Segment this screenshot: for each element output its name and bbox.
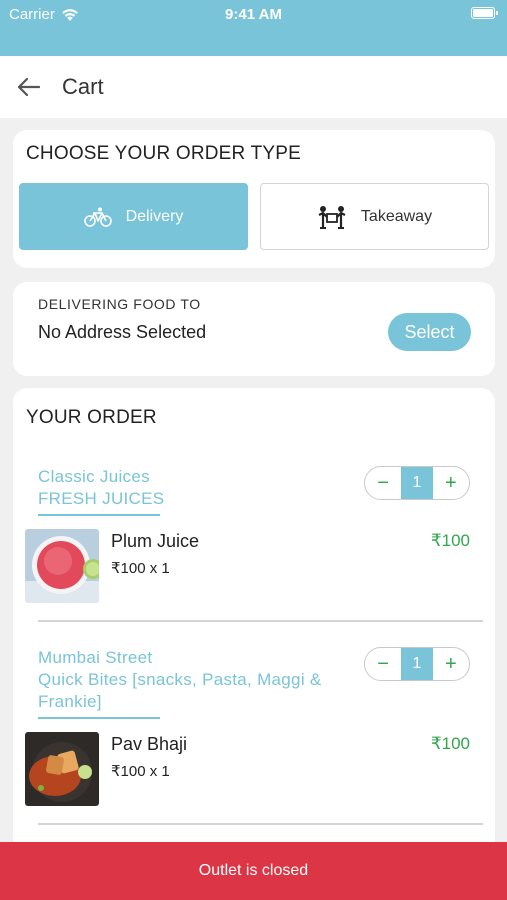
outlet-closed-banner[interactable]: Outlet is closed (0, 842, 507, 900)
takeaway-icon (318, 205, 346, 229)
status-bar: Carrier 9:41 AM (0, 0, 507, 56)
outlet-name-line: Mumbai Street (38, 648, 153, 667)
quantity-value: 1 (401, 467, 433, 499)
decrease-quantity-button[interactable]: − (365, 467, 401, 499)
item-name: Pav Bhaji (111, 734, 188, 754)
bicycle-icon (83, 207, 112, 227)
order-type-card: CHOOSE YOUR ORDER TYPE Delivery Takeaway (13, 130, 495, 268)
increase-quantity-button[interactable]: + (433, 467, 469, 499)
your-order-card: YOUR ORDER Classic Juices FRESH JUICES −… (13, 388, 495, 900)
back-button[interactable] (0, 56, 58, 118)
delivery-address-card: DELIVERING FOOD TO No Address Selected S… (13, 282, 495, 376)
item-divider (38, 823, 483, 825)
outlet-underline (38, 514, 160, 516)
your-order-title: YOUR ORDER (26, 407, 157, 428)
outlet-underline (38, 717, 160, 719)
decrease-quantity-button[interactable]: − (365, 648, 401, 680)
item-price-quantity: ₹100 x 1 (111, 763, 170, 780)
delivery-address-label: DELIVERING FOOD TO (38, 296, 201, 312)
arrow-left-icon (17, 77, 41, 97)
outlet-name-line: Classic Juices (38, 467, 150, 486)
takeaway-option-button[interactable]: Takeaway (260, 183, 489, 250)
item-total-price: ₹100 (430, 734, 470, 753)
increase-quantity-button[interactable]: + (433, 648, 469, 680)
outlet-name[interactable]: Classic Juices FRESH JUICES (38, 466, 164, 510)
select-address-button[interactable]: Select (388, 313, 471, 351)
item-price-quantity: ₹100 x 1 (111, 560, 170, 577)
outlet-name-line: Quick Bites [snacks, Pasta, Maggi & (38, 670, 322, 689)
quantity-stepper: − 1 + (364, 466, 470, 500)
quantity-stepper: − 1 + (364, 647, 470, 681)
item-total-price: ₹100 (430, 531, 470, 550)
item-name: Plum Juice (111, 531, 200, 551)
takeaway-option-label: Takeaway (360, 207, 433, 225)
battery-icon (471, 7, 498, 19)
delivery-address-value: No Address Selected (38, 322, 207, 342)
delivery-option-label: Delivery (125, 207, 184, 225)
status-time: 9:41 AM (225, 6, 282, 23)
page-title: Cart (62, 74, 104, 99)
plum-juice-image (25, 529, 99, 603)
quantity-value: 1 (401, 648, 433, 680)
app-header: Cart (0, 56, 507, 118)
outlet-name-line: FRESH JUICES (38, 489, 165, 508)
outlet-name[interactable]: Mumbai Street Quick Bites [snacks, Pasta… (38, 647, 322, 713)
item-divider (38, 620, 483, 622)
order-type-title: CHOOSE YOUR ORDER TYPE (26, 143, 302, 164)
outlet-name-line: Frankie] (38, 692, 102, 711)
delivery-option-button[interactable]: Delivery (19, 183, 248, 250)
pav-bhaji-image (25, 732, 99, 806)
